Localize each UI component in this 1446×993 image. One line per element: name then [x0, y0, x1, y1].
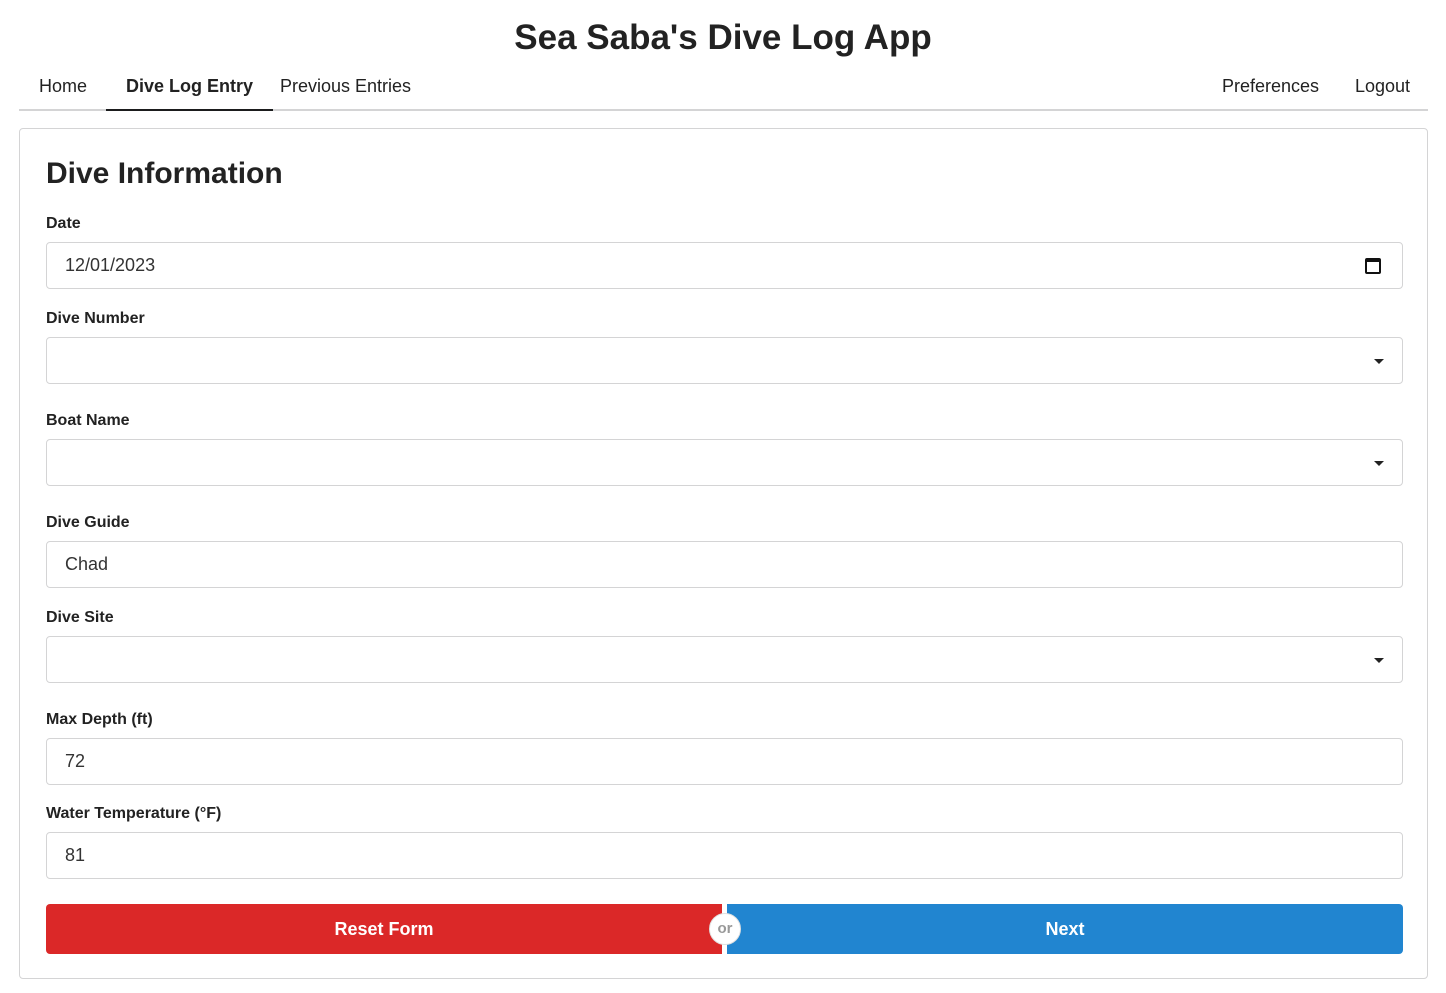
app-title: Sea Saba's Dive Log App	[514, 18, 932, 57]
caret-down-icon	[1374, 359, 1384, 364]
date-value: 12/01/2023	[65, 255, 156, 275]
boat-name-label: Boat Name	[46, 412, 130, 429]
nav-logout[interactable]: Logout	[1355, 64, 1410, 111]
form-title: Dive Information	[46, 157, 283, 190]
caret-down-icon	[1374, 658, 1384, 663]
reset-form-button[interactable]: Reset Form	[46, 904, 722, 954]
dive-guide-value: Chad	[65, 554, 109, 574]
dive-number-select[interactable]	[46, 337, 1403, 384]
dive-number-label: Dive Number	[46, 310, 145, 327]
or-divider: or	[709, 913, 741, 945]
water-temperature-value: 81	[65, 845, 86, 865]
next-button[interactable]: Next	[727, 904, 1403, 954]
water-temperature-input[interactable]: 81	[46, 832, 1403, 879]
dive-guide-input[interactable]: Chad	[46, 541, 1403, 588]
dive-site-select[interactable]	[46, 636, 1403, 683]
nav-preferences[interactable]: Preferences	[1222, 64, 1319, 111]
dive-site-label: Dive Site	[46, 609, 114, 626]
caret-down-icon	[1374, 461, 1384, 466]
calendar-icon[interactable]	[1365, 258, 1381, 274]
water-temperature-label: Water Temperature (°F)	[46, 805, 222, 822]
dive-information-card: Dive Information Date 12/01/2023 Dive Nu…	[19, 128, 1428, 979]
main-nav: Home Dive Log Entry Previous Entries Pre…	[19, 64, 1428, 111]
date-label: Date	[46, 215, 81, 232]
boat-name-select[interactable]	[46, 439, 1403, 486]
max-depth-label: Max Depth (ft)	[46, 711, 153, 728]
nav-home[interactable]: Home	[39, 64, 87, 111]
max-depth-input[interactable]: 72	[46, 738, 1403, 785]
nav-dive-log-entry[interactable]: Dive Log Entry	[106, 64, 274, 111]
max-depth-value: 72	[65, 751, 86, 771]
dive-guide-label: Dive Guide	[46, 514, 130, 531]
date-field[interactable]: 12/01/2023	[46, 242, 1403, 289]
nav-previous-entries[interactable]: Previous Entries	[280, 64, 411, 111]
